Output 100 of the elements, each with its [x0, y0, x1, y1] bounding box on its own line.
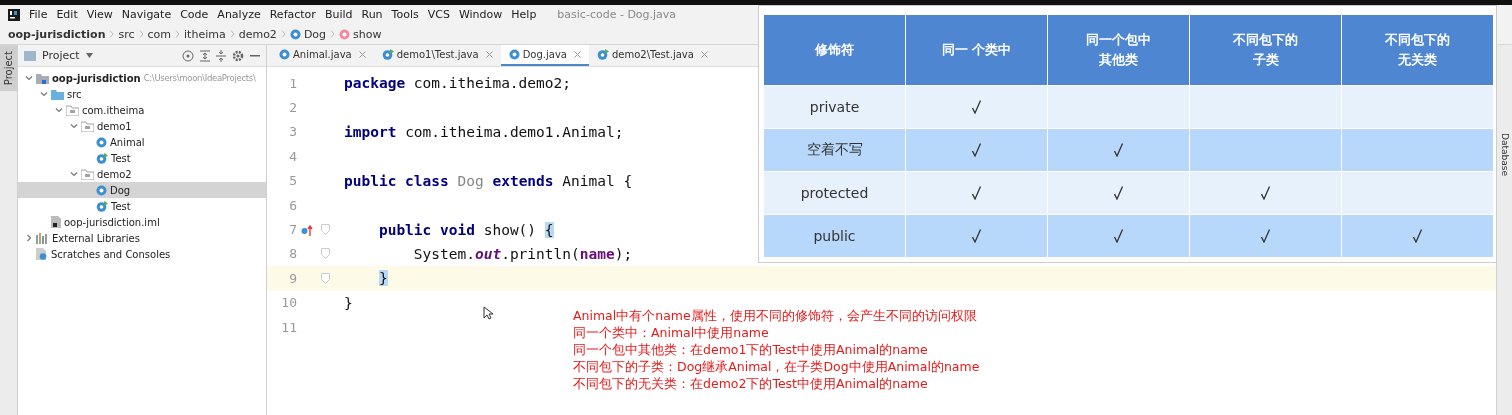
tree-item[interactable]: oop-jurisdiction C:\Users\moon\IdeaProjects\: [18, 70, 266, 86]
menu-item[interactable]: Code: [180, 8, 209, 21]
folder-icon: [81, 120, 94, 132]
expand-all-icon[interactable]: [200, 49, 210, 62]
check-icon: [972, 229, 981, 243]
close-icon[interactable]: [700, 51, 708, 58]
line-number: 11: [280, 319, 297, 335]
annotation-text: 同一个包中其他类：在demo1下的Test中使用Animal的name: [573, 341, 929, 358]
breadcrumb-item[interactable]: demo2: [238, 27, 277, 41]
breadcrumb-item[interactable]: src: [118, 27, 135, 41]
menu-item[interactable]: Help: [511, 8, 537, 21]
tree-item[interactable]: src: [18, 86, 266, 102]
panel-title[interactable]: Project: [42, 49, 80, 62]
code-line: }: [343, 294, 353, 311]
close-icon[interactable]: [573, 51, 581, 58]
menu-item[interactable]: Refactor: [269, 8, 316, 21]
target-icon[interactable]: [182, 49, 194, 62]
column-header: 同一个包中其他类: [1085, 31, 1152, 69]
tree-item[interactable]: com.itheima: [18, 102, 266, 118]
method-icon: [339, 28, 351, 40]
tree-item[interactable]: oop-jurisdiction.iml: [18, 214, 266, 230]
settings-icon[interactable]: [232, 49, 244, 62]
line-number: 9: [288, 270, 297, 286]
check-icon: [1114, 143, 1123, 157]
annotation-text: 同一个类中：Animal中使用name: [573, 324, 770, 341]
mouse-pointer-icon: [483, 306, 493, 320]
folder-icon: [81, 168, 94, 180]
code-line: import com.itheima.demo1.Animal;: [343, 123, 624, 140]
path-label: C:\Users\moon\IdeaProjects\: [143, 73, 256, 83]
line-number: 5: [288, 173, 297, 189]
tree-item[interactable]: Test: [18, 150, 266, 166]
database-tool-tab[interactable]: Database: [1499, 133, 1510, 176]
menu-item[interactable]: Analyze: [217, 8, 261, 21]
menu-item[interactable]: Navigate: [121, 8, 172, 21]
tree-item[interactable]: External Libraries: [18, 230, 266, 246]
class-icon: [289, 28, 301, 40]
menu-item[interactable]: View: [86, 8, 113, 21]
collapse-all-icon[interactable]: [216, 49, 226, 62]
column-header: 同一 个类中: [941, 41, 1012, 59]
chevron-icon[interactable]: [70, 170, 78, 178]
tree-item[interactable]: demo1: [18, 118, 266, 134]
tree-item[interactable]: Scratches and Consoles: [18, 246, 266, 262]
class-icon: [96, 152, 108, 164]
breadcrumb-item[interactable]: show: [339, 27, 382, 41]
menu-item[interactable]: File: [29, 8, 48, 21]
menu-item[interactable]: Window: [458, 8, 503, 21]
editor-tab[interactable]: Animal.java: [271, 45, 374, 66]
breadcrumb-item[interactable]: Dog: [289, 27, 327, 41]
minimize-icon[interactable]: [250, 54, 260, 57]
close-icon[interactable]: [485, 51, 493, 58]
chevron-icon: [138, 30, 144, 38]
menu-item[interactable]: Run: [361, 8, 383, 21]
dropdown-icon[interactable]: [85, 53, 93, 58]
file-icon: [51, 216, 61, 228]
check-icon: [1114, 229, 1123, 243]
menu-item[interactable]: VCS: [427, 8, 450, 21]
breadcrumb-item[interactable]: oop-jurisdiction: [8, 27, 106, 41]
breadcrumb-item[interactable]: com: [147, 27, 172, 41]
chevron-icon: [109, 30, 115, 38]
annotation-text: 不同包下的子类：Dog继承Animal，在子类Dog中使用Animal的name: [573, 358, 980, 375]
editor-tab[interactable]: Dog.java: [500, 45, 589, 66]
check-icon: [972, 143, 981, 157]
menu-item[interactable]: Build: [324, 8, 353, 21]
chevron-icon: [280, 30, 286, 38]
class-icon: [96, 200, 108, 212]
code-line: System.out.println(name);: [412, 245, 633, 262]
window-title: basic-code - Dog.java: [557, 8, 677, 21]
menu-item[interactable]: Edit: [56, 8, 78, 21]
column-header: 修饰符: [815, 41, 854, 59]
class-icon: [96, 184, 107, 196]
table-cell: public: [764, 215, 905, 257]
tree-item[interactable]: Animal: [18, 134, 266, 150]
scratch-icon: [36, 248, 48, 260]
chevron-icon: [330, 30, 336, 38]
class-icon: [96, 136, 107, 148]
code-line: public void show() {: [377, 221, 554, 238]
class-icon: [596, 49, 609, 60]
table-cell: 空着不写: [764, 129, 905, 171]
tree-item[interactable]: Test: [18, 198, 266, 214]
class-icon: [508, 49, 520, 60]
table-cell: private: [764, 86, 905, 128]
class-icon: [381, 49, 394, 60]
override-icon[interactable]: [301, 223, 313, 236]
check-icon: [1413, 229, 1422, 243]
chevron-icon[interactable]: [25, 234, 33, 242]
editor-tab[interactable]: demo1\Test.java: [373, 45, 501, 66]
check-icon: [972, 100, 981, 114]
menu-item[interactable]: Tools: [391, 8, 419, 21]
project-tool-tab[interactable]: Project: [0, 45, 17, 92]
close-icon[interactable]: [358, 51, 366, 58]
tree-item[interactable]: Dog: [18, 182, 266, 198]
breadcrumb-item[interactable]: itheima: [184, 27, 226, 41]
line-number: 7: [288, 222, 297, 238]
chevron-icon: [229, 30, 235, 38]
editor-tab[interactable]: demo2\Test.java: [588, 45, 716, 66]
line-number: 1: [288, 75, 297, 91]
check-icon: [1114, 186, 1123, 200]
table-cell: protected: [764, 172, 905, 214]
check-icon: [1261, 229, 1270, 243]
tree-item[interactable]: demo2: [18, 166, 266, 182]
